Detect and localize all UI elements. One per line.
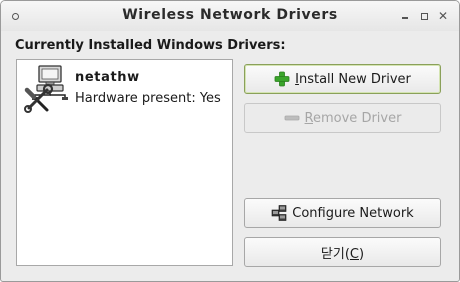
remove-driver-label: Remove Driver [305,111,402,126]
close-mnemonic: C [349,246,359,262]
close-window-button[interactable]: ✕ [436,9,450,23]
driver-list[interactable]: netathw Hardware present: Yes [16,59,233,266]
maximize-button[interactable] [417,9,431,23]
list-item[interactable]: netathw Hardware present: Yes [23,64,223,113]
driver-status: Hardware present: Yes [75,91,221,106]
remove-mnemonic: R [304,110,313,126]
dialog-window: Wireless Network Drivers ✕ Currently Ins… [0,0,460,282]
minus-icon [284,115,299,121]
driver-name: netathw [75,70,140,85]
close-icon: ✕ [437,9,449,23]
driver-hardware-icon [24,65,68,113]
window-title: Wireless Network Drivers [122,7,338,23]
network-icon [271,205,287,221]
title-bar[interactable]: Wireless Network Drivers ✕ [1,1,459,31]
close-button[interactable]: 닫기(C) [244,237,441,267]
configure-network-label: Configure Network [292,205,414,221]
close-label-post: ) [359,246,365,262]
configure-network-button[interactable]: Configure Network [244,198,441,228]
install-label-rest: nstall New Driver [298,71,411,87]
remove-driver-button[interactable]: Remove Driver [244,103,441,133]
minimize-button[interactable] [398,9,412,23]
remove-label-rest: emove Driver [313,110,402,126]
close-button-label: 닫기(C) [321,243,364,262]
install-new-driver-button[interactable]: Install New Driver [244,64,441,94]
installed-drivers-label: Currently Installed Windows Drivers: [15,38,286,53]
minimize-icon [402,16,408,19]
green-plus-icon [274,71,290,87]
close-label-pre: 닫기( [320,246,350,262]
install-new-driver-label: Install New Driver [295,72,411,87]
maximize-icon [420,12,428,20]
